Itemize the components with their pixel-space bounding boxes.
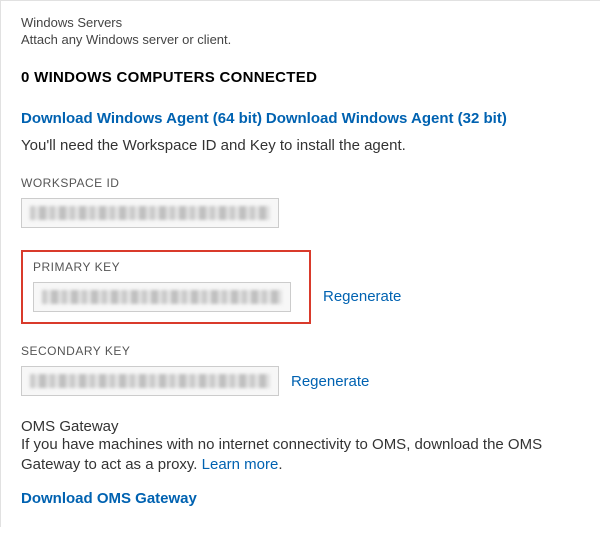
install-note: You'll need the Workspace ID and Key to … [21, 137, 580, 154]
secondary-key-value[interactable] [21, 366, 279, 396]
gateway-title: OMS Gateway [21, 418, 580, 435]
gateway-desc-suffix: . [278, 456, 282, 473]
workspace-id-value[interactable] [21, 198, 279, 228]
download-agent-64-link[interactable]: Download Windows Agent (64 bit) [21, 110, 262, 127]
primary-key-label: PRIMARY KEY [33, 260, 299, 274]
settings-pane: Windows Servers Attach any Windows serve… [0, 0, 600, 527]
redacted-text [42, 290, 282, 304]
redacted-text [30, 374, 270, 388]
gateway-desc: If you have machines with no internet co… [21, 435, 580, 476]
learn-more-link[interactable]: Learn more [202, 456, 279, 473]
section-title: Windows Servers [21, 15, 580, 30]
redacted-text [30, 206, 270, 220]
connected-heading: 0 WINDOWS COMPUTERS CONNECTED [21, 69, 580, 86]
primary-key-highlight: PRIMARY KEY [21, 250, 311, 324]
workspace-id-row [21, 198, 580, 228]
workspace-id-label: WORKSPACE ID [21, 176, 580, 190]
download-oms-gateway-link[interactable]: Download OMS Gateway [21, 490, 197, 507]
secondary-key-regenerate-link[interactable]: Regenerate [291, 373, 369, 390]
section-subtitle: Attach any Windows server or client. [21, 32, 580, 47]
primary-key-value[interactable] [33, 282, 291, 312]
primary-key-row [33, 282, 299, 312]
secondary-key-label: SECONDARY KEY [21, 344, 580, 358]
primary-key-regenerate-link[interactable]: Regenerate [323, 288, 401, 305]
download-agent-32-link[interactable]: Download Windows Agent (32 bit) [266, 110, 507, 127]
secondary-key-row: Regenerate [21, 366, 580, 396]
download-links-row: Download Windows Agent (64 bit) Download… [21, 110, 580, 127]
